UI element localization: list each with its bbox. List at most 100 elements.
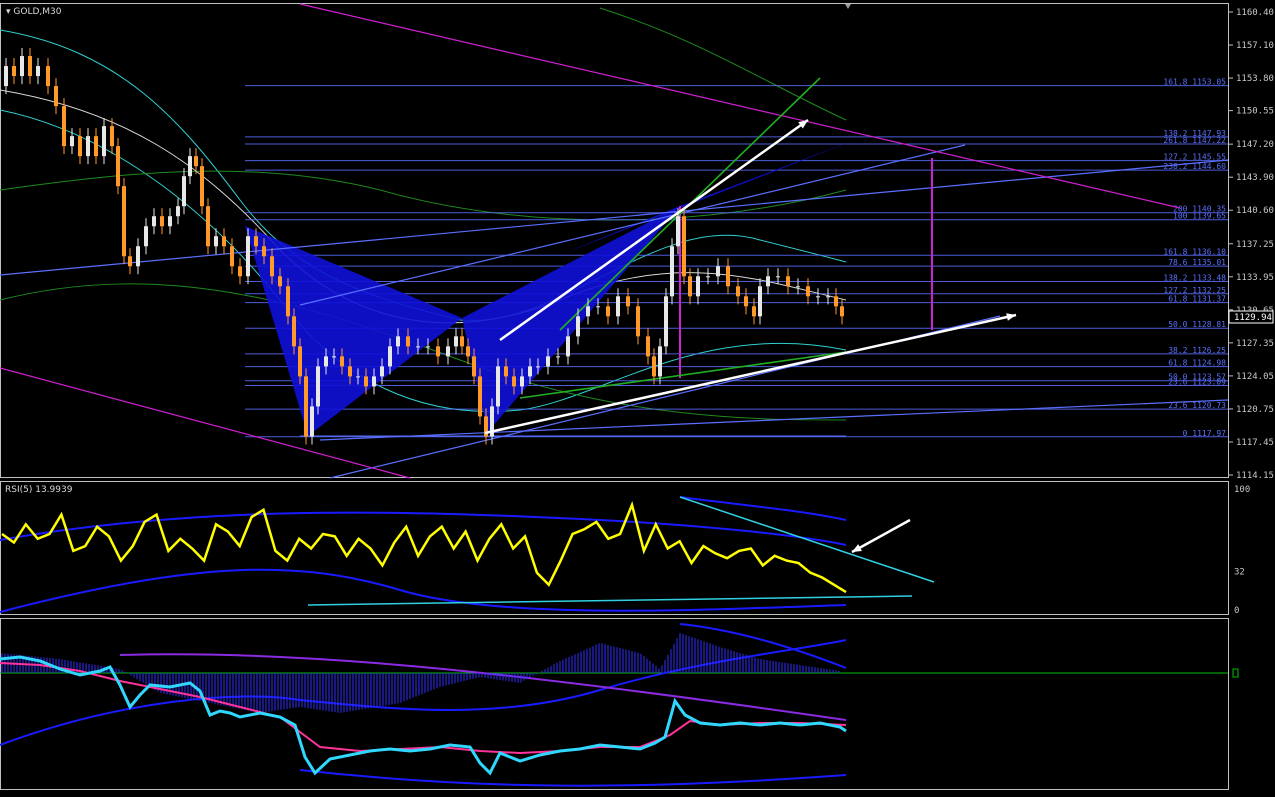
candle-body: [286, 286, 290, 317]
fib-level-label: 127.2 1145.55: [1163, 153, 1226, 162]
candle-body: [262, 246, 266, 257]
chart-title: GOLD,M30: [13, 7, 62, 17]
candle-body: [396, 336, 400, 347]
candle-body: [200, 166, 204, 207]
candle-body: [62, 106, 66, 147]
rsi-axis-label: 0: [1234, 606, 1239, 616]
candle-body: [636, 306, 640, 337]
price-chart[interactable]: 161.8 1153.05138.2 1147.93261.8 1147.221…: [0, 0, 1275, 793]
arrow-rsi: [851, 518, 911, 554]
candle-body: [230, 246, 234, 267]
candle-body: [436, 346, 440, 357]
candle-body: [94, 136, 98, 157]
macd-pane-frame: [0, 618, 1229, 790]
fib-level-label: 0 1117.97: [1183, 429, 1227, 438]
rsi-axis-label: 32: [1234, 567, 1245, 577]
price-tick-label: 1140.60: [1236, 206, 1274, 216]
price-tick-label: 1133.95: [1236, 273, 1274, 283]
macd-main-line: [0, 655, 847, 776]
candle-body: [766, 276, 770, 287]
rsi-axis-label: 100: [1234, 485, 1250, 495]
candle-body: [566, 336, 570, 357]
candle-body: [596, 306, 600, 308]
candle-body: [340, 356, 344, 367]
candle-body: [478, 376, 482, 417]
candle-body: [688, 276, 692, 297]
candle-body: [110, 126, 114, 147]
candle-body: [736, 286, 740, 297]
harmonic-triangle-right: [560, 138, 860, 255]
candle-body: [616, 296, 620, 317]
candle-body: [102, 126, 106, 157]
candle-body: [372, 376, 376, 387]
magenta-channel-line: [299, 3, 1181, 209]
price-tick-label: 1160.40: [1236, 8, 1274, 18]
candle-body: [316, 366, 320, 407]
candle-body: [472, 356, 476, 377]
current-price-tag: 1129.94: [1228, 310, 1274, 324]
candle-body: [536, 366, 540, 368]
candle-body: [28, 56, 32, 77]
bollinger-band: [599, 7, 847, 121]
candle-body: [238, 266, 242, 277]
fibonacci-levels: 161.8 1153.05138.2 1147.93261.8 1147.221…: [245, 78, 1228, 438]
candle-body: [160, 216, 164, 227]
candle-body: [324, 356, 328, 367]
candle-body: [752, 306, 756, 317]
candle-body: [744, 296, 748, 307]
shift-marker-icon[interactable]: [845, 4, 851, 9]
candle-body: [626, 296, 630, 307]
macd-zero-marker: [1232, 668, 1239, 678]
candle-body: [246, 236, 250, 277]
candle-body: [20, 56, 24, 77]
dropdown-triangle-icon[interactable]: ▾: [6, 7, 11, 17]
candle-body: [364, 376, 368, 387]
candle-body: [416, 346, 420, 348]
candle-body: [496, 366, 500, 407]
fib-level-label: 38.2 1126.25: [1168, 346, 1226, 355]
candle-body: [520, 376, 524, 387]
fib-level-label: 127.2 1132.25: [1163, 286, 1226, 295]
candle-body: [834, 296, 838, 307]
candle-body: [504, 366, 508, 377]
candle-body: [182, 176, 186, 207]
fib-level-label: 161.8 1153.05: [1163, 78, 1226, 87]
symbol-header[interactable]: ▾ GOLD,M30: [6, 7, 62, 17]
candle-body: [696, 276, 700, 297]
candle-body: [128, 256, 132, 267]
price-tick-label: 1150.55: [1236, 107, 1274, 117]
candle-body: [670, 246, 674, 297]
candle-body: [840, 306, 844, 317]
candle-body: [136, 246, 140, 267]
rsi-pane-frame: [0, 481, 1229, 615]
candle-body: [758, 286, 762, 317]
fib-level-label: 161.8 1136.10: [1163, 247, 1226, 256]
candlesticks: [4, 48, 844, 445]
candle-body: [682, 216, 686, 277]
candle-body: [36, 66, 40, 77]
candle-body: [332, 356, 336, 358]
fib-level-label: 261.8 1147.22: [1163, 136, 1226, 145]
candle-body: [348, 366, 352, 377]
candle-body: [716, 266, 720, 277]
candle-body: [426, 346, 430, 348]
candle-body: [528, 366, 532, 377]
rsi-upper-band: [0, 511, 847, 546]
candle-body: [466, 346, 470, 357]
candle-body: [168, 216, 172, 227]
price-tick-label: 1114.15: [1236, 471, 1274, 481]
rsi-peak-band: [679, 496, 847, 521]
candle-body: [658, 346, 662, 377]
candle-body: [816, 296, 820, 298]
fib-level-label: 61.8 1131.37: [1168, 295, 1226, 304]
candle-body: [214, 236, 218, 247]
mt4-chart-window: ▾ GOLD,M30 RSI(5) 13.9939 161.8 1153.05 1…: [0, 0, 1275, 793]
candle-body: [826, 296, 830, 298]
macd-upper-band: [679, 623, 847, 669]
candle-body: [12, 66, 16, 77]
candle-body: [254, 236, 258, 247]
rsi-title: RSI(5) 13.9939: [5, 485, 73, 495]
candle-body: [78, 136, 82, 157]
price-tick-label: 1153.80: [1236, 74, 1274, 84]
price-tick-label: 1120.75: [1236, 405, 1274, 415]
